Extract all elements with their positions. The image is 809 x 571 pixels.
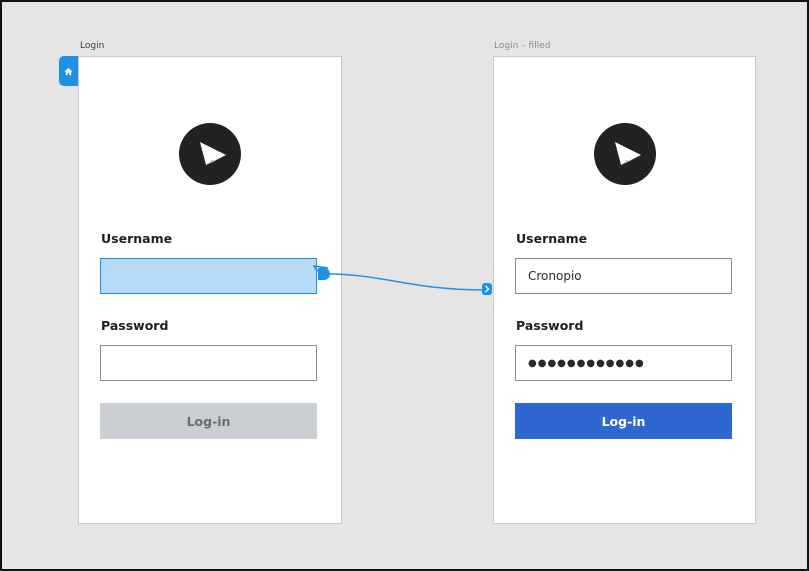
connector-end-marker[interactable]	[482, 283, 492, 295]
design-canvas[interactable]: Login Username Password Log-in Login – f…	[0, 0, 809, 571]
connector-line	[312, 265, 485, 291]
prototype-connector[interactable]	[2, 2, 807, 569]
connector-start-handle[interactable]	[318, 268, 330, 280]
